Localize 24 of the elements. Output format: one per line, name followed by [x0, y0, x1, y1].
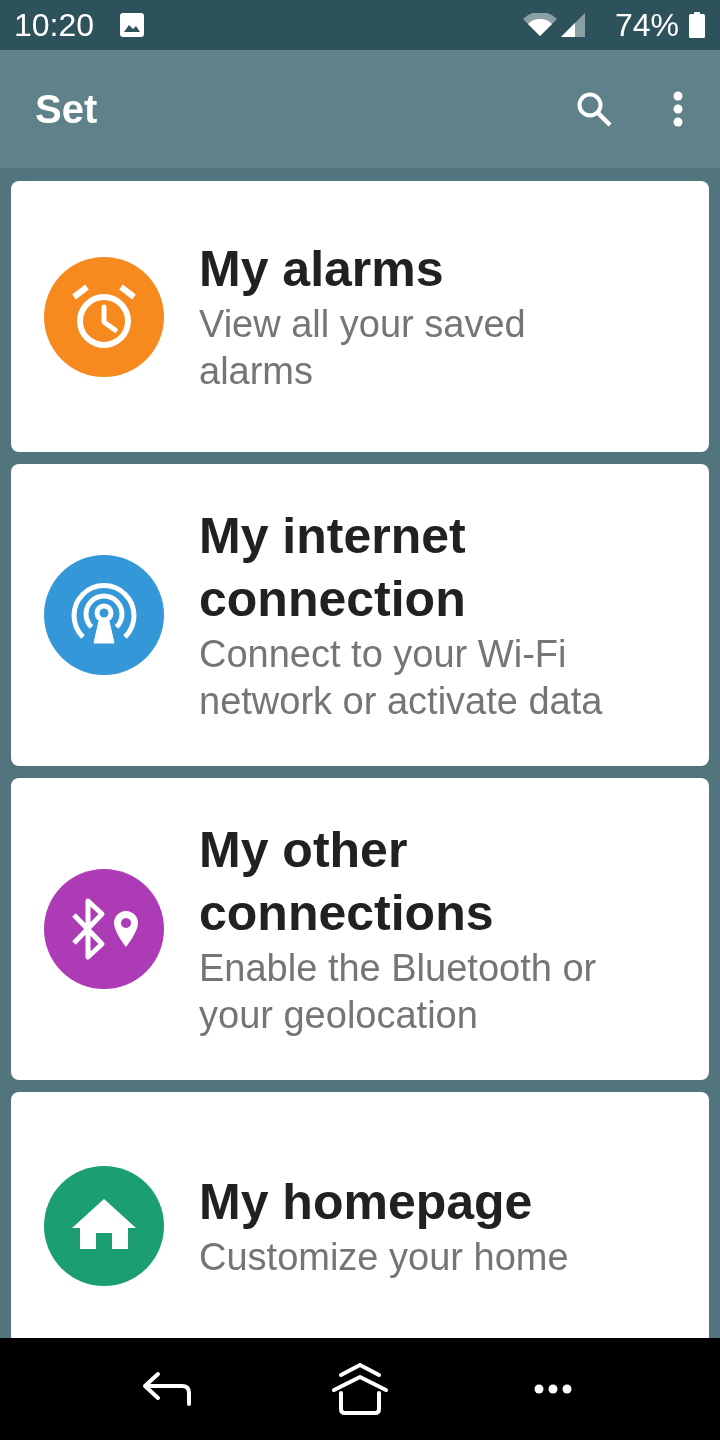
- home-chevron-icon: [331, 1363, 389, 1415]
- card-title: My other connections: [199, 821, 495, 943]
- search-icon: [576, 91, 612, 127]
- menu-card[interactable]: My other connections Enable the Bluetooth or your geolocation: [11, 778, 709, 1080]
- card-description: Connect to your Wi-Fi network or activate data: [199, 632, 604, 724]
- card-description: View all your saved alarms: [199, 302, 527, 394]
- card-description: Enable the Bluetooth or your geolocation: [199, 946, 598, 1038]
- card-title: My alarms: [199, 240, 445, 299]
- more-vertical-icon: [673, 91, 683, 127]
- menu-card[interactable]: My internet connection Connect to your Wi-Fi network or activate data: [11, 464, 709, 766]
- more-horizontal-icon: [534, 1384, 573, 1394]
- card-title: My internet connection: [199, 507, 467, 629]
- image-icon: [120, 13, 145, 37]
- battery-percentage: 74%: [614, 9, 679, 41]
- wifi-icon: [522, 13, 557, 37]
- status-time: 10:20: [14, 9, 95, 41]
- battery-icon: [689, 12, 705, 38]
- menu-card[interactable]: My alarms View all your saved alarms: [11, 181, 709, 452]
- card-description: Customize your home: [199, 1235, 570, 1280]
- back-arrow-icon: [141, 1371, 192, 1407]
- menu-card[interactable]: My homepage Customize your home: [11, 1092, 709, 1338]
- cell-signal-icon: [560, 13, 585, 37]
- app-title: Set: [35, 89, 99, 129]
- card-title: My homepage: [199, 1173, 534, 1232]
